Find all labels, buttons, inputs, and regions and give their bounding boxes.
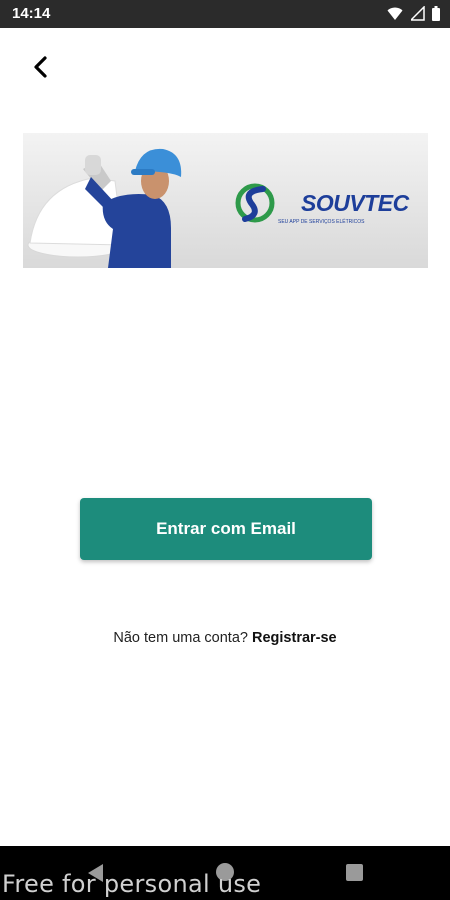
- souvtec-banner: SEU APP DE SERVIÇOS ELÉTRICOS SOUVTEC: [23, 133, 428, 268]
- status-bar: 14:14: [0, 0, 450, 28]
- email-login-label: Entrar com Email: [156, 519, 296, 538]
- email-login-button[interactable]: Entrar com Email: [80, 498, 372, 560]
- signal-icon: [410, 6, 425, 21]
- back-arrow-icon: [34, 56, 47, 78]
- wifi-icon: [387, 7, 403, 20]
- banner-tagline: SEU APP DE SERVIÇOS ELÉTRICOS: [278, 218, 365, 225]
- battery-icon: [432, 6, 440, 21]
- register-prompt-text: Não tem uma conta?: [113, 630, 248, 646]
- register-prompt: Não tem uma conta? Registrar-se: [0, 630, 450, 646]
- brand-logo-text: SOUVTEC: [301, 190, 409, 216]
- nav-recents-icon[interactable]: [346, 864, 363, 881]
- status-icons: [384, 6, 440, 22]
- back-button[interactable]: [24, 50, 58, 84]
- status-time: 14:14: [12, 5, 51, 22]
- register-link[interactable]: Registrar-se: [252, 630, 337, 646]
- watermark: Free for personal use: [2, 870, 262, 898]
